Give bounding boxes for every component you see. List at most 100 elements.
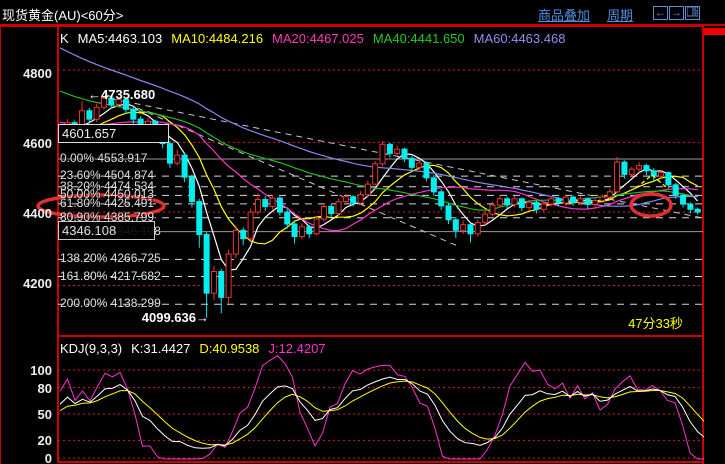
candle-body — [313, 218, 320, 235]
candle-body — [240, 229, 247, 240]
candle-body — [86, 110, 93, 120]
split-screen-icon[interactable] — [685, 6, 700, 20]
hline-price-box: 4601.657 — [58, 124, 169, 143]
overlap-price-box: 4346.108 — [58, 221, 155, 240]
candle-body — [225, 253, 232, 298]
candle-body — [364, 183, 371, 196]
kdj-readout-item: K:31.4427 — [131, 341, 191, 356]
candle-body — [394, 148, 401, 154]
kdj-readout: KDJ(9,3,3) K:31.4427 D:40.9538 J:12.4207 — [60, 341, 344, 356]
candle-body — [526, 201, 533, 209]
candle-body — [687, 203, 694, 210]
candle-body — [174, 154, 181, 164]
candle-body — [284, 211, 291, 225]
price-axis-label: 4400 — [23, 205, 52, 221]
candle-body — [379, 143, 386, 165]
candle-body — [504, 198, 511, 205]
high-price-label: ←4735.680 — [88, 87, 156, 102]
candle-body — [518, 198, 525, 209]
candle-body — [665, 172, 672, 186]
candle-body — [599, 196, 606, 202]
candle-body — [232, 229, 239, 255]
candle-body — [628, 168, 635, 175]
kdj-axis-label: 80 — [37, 380, 52, 396]
candle-body — [254, 199, 261, 213]
price-axis-label: 4600 — [23, 135, 52, 151]
candle-body — [328, 206, 335, 214]
window-title: 现货黄金(AU)<60分> — [2, 8, 124, 23]
fib-label: 61.80% 4425.491 — [60, 195, 155, 210]
quote-panel: 卖出买入最新幅度开盘最高单量北京09: — [704, 26, 725, 464]
ma-readout-item: MA5:4463.103 — [77, 31, 163, 46]
kdj-axis-label: 50 — [37, 407, 52, 422]
kdj-axis-label: 100 — [30, 363, 52, 378]
candle-body — [357, 194, 364, 204]
k-chart-label: K — [60, 31, 69, 46]
low-price-label: 4099.636→ — [141, 310, 209, 325]
candle-body — [423, 162, 430, 179]
candle-body — [408, 157, 415, 168]
candle-body — [555, 198, 562, 204]
back-arrow-icon[interactable]: ← — [653, 6, 668, 20]
candle-body — [386, 143, 393, 154]
candle-body — [372, 163, 379, 185]
candle-body — [496, 198, 503, 206]
candle-body — [181, 154, 188, 178]
candle-body — [636, 165, 643, 170]
candle-body — [482, 213, 489, 224]
candle-body — [401, 148, 408, 159]
candle-body — [592, 200, 599, 205]
candle-body — [452, 219, 459, 231]
candle-body — [130, 108, 137, 120]
candle-body — [196, 201, 203, 235]
candle-body — [166, 143, 173, 164]
price-axis-label: 4800 — [23, 66, 52, 81]
fib-label: 200.00% 4138.299 — [60, 296, 161, 311]
trendline — [112, 98, 703, 219]
price-axis-label: 4200 — [23, 275, 52, 291]
candle-body — [320, 206, 327, 220]
candle-body — [511, 198, 518, 205]
countdown-timer: 47分33秒 — [628, 316, 683, 331]
candle-body — [614, 161, 621, 193]
ma-readout-item: MA40:4441.650 — [372, 31, 465, 46]
trading-app: 现货黄金(AU)<60分> 商品叠加 周期 ← → K MA5:4463.103 M… — [0, 0, 725, 464]
candle-body — [350, 196, 357, 204]
candle-body — [416, 162, 423, 168]
candle-body — [445, 205, 452, 221]
candle-body — [438, 191, 445, 207]
candle-body — [672, 184, 679, 196]
ma-readout-item: MA20:4467.025 — [272, 31, 364, 46]
candle-body — [658, 172, 665, 177]
fib-label: 138.20% 4266.725 — [60, 251, 161, 266]
candle-body — [606, 191, 613, 198]
candle-body — [342, 196, 349, 203]
candle-body — [218, 271, 225, 298]
candle-body — [460, 224, 467, 231]
candle-body — [643, 165, 650, 172]
candle-body — [533, 201, 540, 210]
candle-body — [474, 222, 481, 235]
candle-body — [247, 211, 254, 240]
forward-arrow-icon[interactable]: → — [669, 6, 684, 20]
candle-body — [650, 170, 657, 177]
candle-body — [430, 177, 437, 193]
candle-body — [584, 198, 591, 205]
candle-body — [210, 271, 217, 294]
candle-body — [269, 197, 276, 208]
kdj-axis-label: 0 — [44, 451, 52, 464]
candle-body — [188, 176, 195, 203]
candle-body — [570, 196, 577, 203]
fib-label: 161.80% 4217.682 — [60, 268, 161, 283]
kdj-axis-label: 20 — [37, 433, 52, 449]
candle-body — [621, 161, 628, 175]
fib-label: 0.00% 4553.917 — [60, 151, 148, 165]
ma-readout-item: MA60:4463.468 — [473, 31, 566, 46]
period-link[interactable]: 周期 — [607, 5, 633, 24]
candle-body — [577, 198, 584, 203]
candle-body — [489, 204, 496, 215]
overlay-link[interactable]: 商品叠加 — [538, 5, 590, 24]
candle-body — [680, 194, 687, 205]
kdj-j-line — [59, 354, 713, 460]
ma-readout: K MA5:4463.103 MA10:4484.216 MA20:4467.025 M… — [60, 31, 583, 46]
